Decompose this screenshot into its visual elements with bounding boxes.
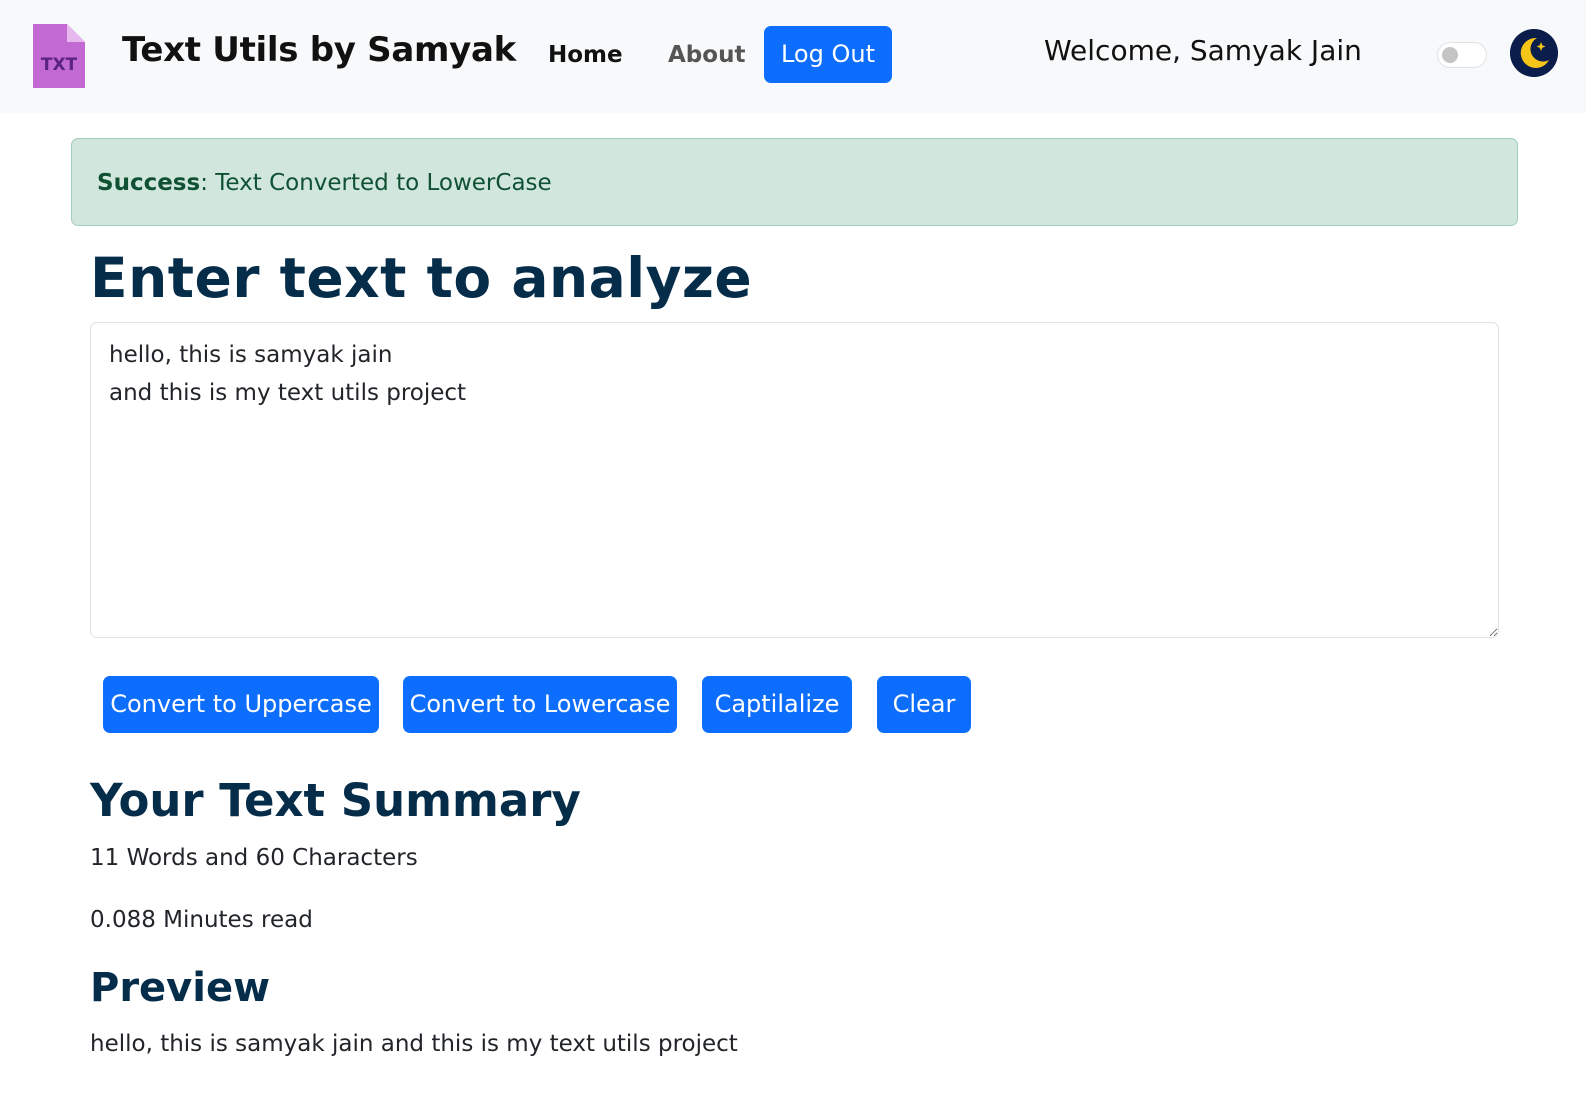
logout-button[interactable]: Log Out <box>764 26 892 83</box>
navbar: TXT Text Utils by Samyak Home About Log … <box>0 0 1586 113</box>
preview-text: hello, this is samyak jain and this is m… <box>90 1031 738 1057</box>
page-title: Enter text to analyze <box>90 246 753 310</box>
success-alert: Success: Text Converted to LowerCase <box>71 138 1518 226</box>
capitalize-button[interactable]: Captilalize <box>702 676 852 733</box>
summary-heading: Your Text Summary <box>90 774 581 827</box>
welcome-text: Welcome, Samyak Jain <box>1044 34 1362 67</box>
preview-heading: Preview <box>90 965 271 1011</box>
brand-title[interactable]: Text Utils by Samyak <box>122 30 516 70</box>
moon-icon[interactable] <box>1510 29 1558 77</box>
clear-button[interactable]: Clear <box>877 676 971 733</box>
dark-mode-toggle[interactable] <box>1437 42 1487 68</box>
alert-body: : Text Converted to LowerCase <box>200 170 552 196</box>
nav-home-link[interactable]: Home <box>548 42 623 68</box>
text-input[interactable]: hello, this is samyak jain and this is m… <box>90 322 1499 638</box>
uppercase-button[interactable]: Convert to Uppercase <box>103 676 379 733</box>
alert-type: Success <box>97 170 201 196</box>
alert-message: Success: Text Converted to LowerCase <box>97 170 552 196</box>
toggle-knob <box>1442 47 1458 63</box>
nav-about-link[interactable]: About <box>668 42 745 68</box>
read-time: 0.088 Minutes read <box>90 907 313 933</box>
logo-text: TXT <box>41 55 78 75</box>
txt-file-icon[interactable]: TXT <box>33 24 85 88</box>
word-char-count: 11 Words and 60 Characters <box>90 845 418 871</box>
lowercase-button[interactable]: Convert to Lowercase <box>403 676 677 733</box>
